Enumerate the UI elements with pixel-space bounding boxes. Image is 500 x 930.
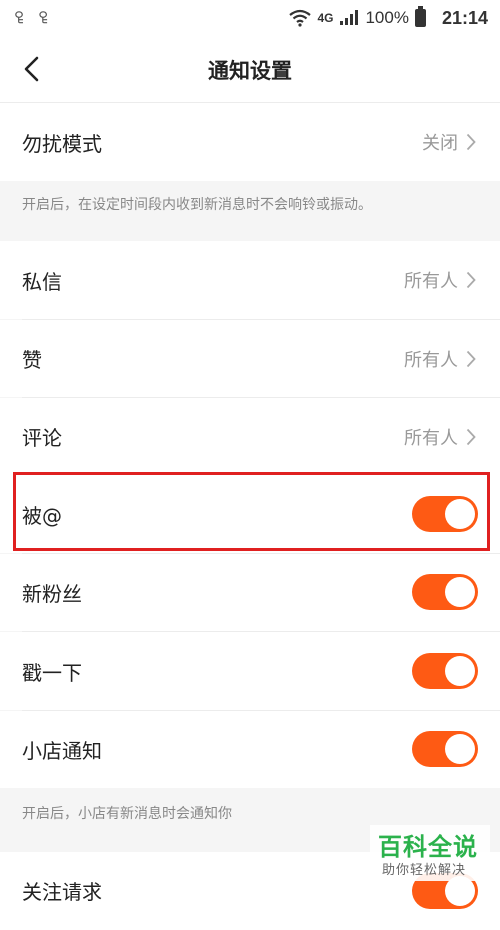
row-label: 戳一下	[22, 660, 82, 685]
dnd-row[interactable]: 勿扰模式 关闭	[0, 103, 500, 181]
toggle-knob	[445, 656, 475, 686]
battery-icon	[414, 6, 426, 27]
network-type: 4G	[317, 11, 334, 25]
row-label: 赞	[22, 348, 42, 372]
row-likes[interactable]: 赞 所有人	[0, 320, 500, 397]
dnd-hint: 开启后，在设定时间段内收到新消息时不会响铃或振动。	[22, 197, 372, 213]
row-value: 所有人	[404, 271, 458, 292]
chevron-right-icon	[466, 133, 476, 151]
row-shop-notifications: 小店通知	[0, 711, 500, 788]
battery-percent: 100%	[365, 8, 409, 27]
row-label: 小店通知	[22, 739, 102, 763]
dnd-value: 关闭	[422, 133, 458, 154]
toggle-knob	[445, 577, 475, 607]
notification-icon: ꄗ	[14, 10, 25, 26]
clock: 21:14	[441, 7, 488, 28]
notification-icon: ꄗ	[38, 10, 49, 26]
row-comments[interactable]: 评论 所有人	[0, 398, 500, 475]
status-left: ꄗ ꄗ	[0, 10, 48, 27]
poke-toggle[interactable]	[412, 653, 478, 689]
row-label: 评论	[22, 426, 62, 450]
row-label: 关注请求	[22, 880, 102, 904]
row-right: 所有人	[404, 267, 500, 293]
row-label: 新粉丝	[22, 582, 82, 606]
row-messages[interactable]: 私信 所有人	[0, 241, 500, 319]
signal-icon	[340, 10, 359, 25]
chevron-right-icon	[466, 428, 476, 445]
status-bar: ꄗ ꄗ 4G 100% 21:14	[0, 0, 500, 36]
status-right: 4G 100% 21:14	[289, 6, 500, 29]
wifi-icon	[289, 9, 312, 27]
row-value: 所有人	[404, 427, 458, 449]
dnd-label: 勿扰模式	[22, 131, 102, 156]
row-mentions: 被@	[0, 475, 500, 553]
row-new-followers: 新粉丝	[0, 554, 500, 631]
watermark-title: 百科全说	[378, 833, 478, 861]
toggle-knob	[445, 734, 475, 764]
watermark-subtitle: 助你轻松解决	[382, 863, 467, 878]
chevron-right-icon	[466, 350, 476, 367]
row-poke: 戳一下	[0, 632, 500, 710]
shop-notifications-toggle[interactable]	[412, 731, 478, 767]
dnd-right: 关闭	[422, 129, 500, 155]
row-right: 所有人	[404, 424, 500, 450]
page-title: 通知设置	[208, 59, 292, 83]
row-value: 所有人	[404, 349, 458, 371]
row-right: 所有人	[404, 346, 500, 372]
nav-bar: 通知设置	[0, 36, 500, 103]
toggle-knob	[445, 499, 475, 529]
shop-hint: 开启后，小店有新消息时会通知你	[22, 806, 232, 822]
row-label: 私信	[22, 269, 62, 294]
watermark: 百科全说 助你轻松解决	[370, 825, 490, 881]
chevron-right-icon	[466, 271, 476, 289]
new-followers-toggle[interactable]	[412, 574, 478, 610]
row-label: 被@	[22, 503, 62, 528]
mentions-toggle[interactable]	[412, 496, 478, 532]
